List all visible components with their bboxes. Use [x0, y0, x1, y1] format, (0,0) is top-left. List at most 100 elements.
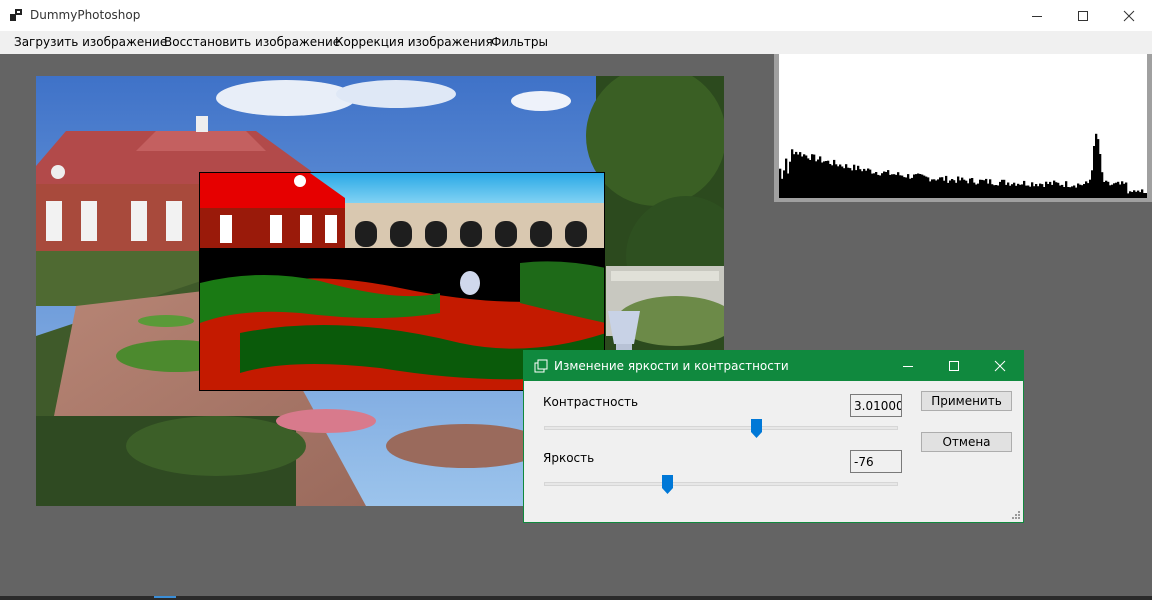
contrast-slider-thumb[interactable] — [750, 419, 762, 438]
resize-grip-icon[interactable] — [1012, 511, 1020, 519]
histogram-bar — [1135, 191, 1138, 198]
histogram-bar — [1055, 182, 1058, 198]
histogram-bar — [819, 156, 822, 198]
histogram-bar — [839, 164, 842, 198]
histogram-bar — [865, 170, 868, 198]
histogram-bar — [887, 170, 890, 198]
dialog-minimize-button[interactable] — [885, 351, 931, 381]
cancel-button[interactable]: Отмена — [921, 432, 1012, 452]
menu-image-correction[interactable]: Коррекция изображения — [335, 35, 493, 49]
histogram-bar — [1067, 187, 1070, 198]
histogram-bar — [1145, 193, 1148, 198]
histogram-bar — [1031, 182, 1034, 198]
dialog-title: Изменение яркости и контрастности — [554, 359, 789, 373]
histogram-bar — [1005, 184, 1008, 198]
histogram-bar — [917, 173, 920, 198]
histogram-bar — [793, 154, 796, 198]
minimize-button[interactable] — [1014, 0, 1060, 31]
brightness-slider-track[interactable] — [544, 482, 898, 486]
histogram-bar — [1131, 192, 1134, 198]
histogram-bar — [825, 161, 828, 198]
histogram-bar — [1039, 183, 1042, 198]
histogram-bar — [953, 180, 956, 198]
histogram-bar — [1073, 185, 1076, 198]
histogram-bar — [935, 180, 938, 198]
histogram-bar — [977, 183, 980, 198]
histogram-bar — [787, 173, 790, 198]
histogram-bar — [899, 175, 902, 198]
maximize-icon — [949, 361, 959, 371]
app-icon — [10, 9, 22, 21]
histogram-bar — [1011, 184, 1014, 198]
histogram-bar — [881, 173, 884, 198]
histogram-bar — [779, 168, 782, 198]
histogram-bar — [1103, 182, 1106, 198]
histogram-bar — [857, 165, 860, 198]
histogram-bar — [1139, 192, 1142, 198]
maximize-button[interactable] — [1060, 0, 1106, 31]
histogram-bar — [895, 174, 898, 198]
histogram-bar — [1007, 182, 1010, 198]
close-icon — [1123, 10, 1135, 22]
brightness-slider-thumb[interactable] — [662, 475, 674, 494]
contrast-value-field[interactable]: 3.010000 — [850, 394, 902, 417]
histogram-bar — [1079, 184, 1082, 198]
histogram-bar — [1069, 187, 1072, 198]
histogram-bar — [1129, 191, 1132, 198]
menu-load-image[interactable]: Загрузить изображение — [14, 35, 167, 49]
dialog-maximize-button[interactable] — [931, 351, 977, 381]
histogram-bar — [1083, 184, 1086, 198]
dialog-close-button[interactable] — [977, 351, 1023, 381]
histogram-bar — [785, 158, 788, 198]
histogram-bar — [987, 183, 990, 198]
histogram-bar — [963, 179, 966, 198]
histogram-bar — [861, 171, 864, 198]
brightness-value-field[interactable]: -76 — [850, 450, 902, 473]
histogram-bar — [1053, 180, 1056, 198]
histogram-bar — [817, 159, 820, 198]
histogram-bar — [795, 151, 798, 198]
histogram-bar — [909, 178, 912, 198]
histogram-bar — [1115, 182, 1118, 198]
histogram-bar — [1021, 184, 1024, 198]
histogram-bar — [827, 160, 830, 198]
histogram-bar — [1109, 185, 1112, 198]
histogram-bar — [1143, 193, 1146, 198]
histogram-bar — [867, 168, 870, 198]
histogram-bar — [1095, 133, 1098, 198]
histogram-bar — [1105, 180, 1108, 198]
histogram-chart — [779, 133, 1148, 198]
histogram-bar — [1127, 193, 1130, 198]
histogram-bar — [913, 174, 916, 198]
histogram-bar — [929, 181, 932, 198]
histogram-bar — [833, 159, 836, 198]
histogram-bar — [791, 149, 794, 198]
histogram-bar — [803, 154, 806, 198]
histogram-bar — [873, 173, 876, 198]
histogram-bar — [859, 169, 862, 198]
close-button[interactable] — [1106, 0, 1152, 31]
brightness-contrast-dialog: Изменение яркости и контрастности Контра… — [523, 350, 1024, 523]
histogram-bar — [877, 174, 880, 198]
contrast-slider-track[interactable] — [544, 426, 898, 430]
histogram-bar — [947, 182, 950, 198]
histogram-bar — [979, 179, 982, 198]
histogram-bar — [1071, 186, 1074, 198]
histogram-bar — [945, 175, 948, 198]
histogram-bar — [967, 183, 970, 198]
brightness-label: Яркость — [543, 451, 595, 465]
menu-restore-image[interactable]: Восстановить изображение — [164, 35, 340, 49]
histogram-bar — [1141, 189, 1144, 198]
menu-bar: Загрузить изображение Восстановить изобр… — [0, 31, 1152, 54]
histogram-bar — [1091, 170, 1094, 198]
histogram-bar — [939, 177, 942, 198]
histogram-bar — [875, 172, 878, 198]
apply-button[interactable]: Применить — [921, 391, 1012, 411]
histogram-bar — [783, 170, 786, 198]
histogram-bar — [807, 158, 810, 198]
histogram-bar — [1133, 190, 1136, 198]
histogram-bar — [835, 164, 838, 198]
menu-filters[interactable]: Фильтры — [491, 35, 548, 49]
histogram-bar — [1097, 139, 1100, 198]
histogram-bar — [1013, 182, 1016, 198]
